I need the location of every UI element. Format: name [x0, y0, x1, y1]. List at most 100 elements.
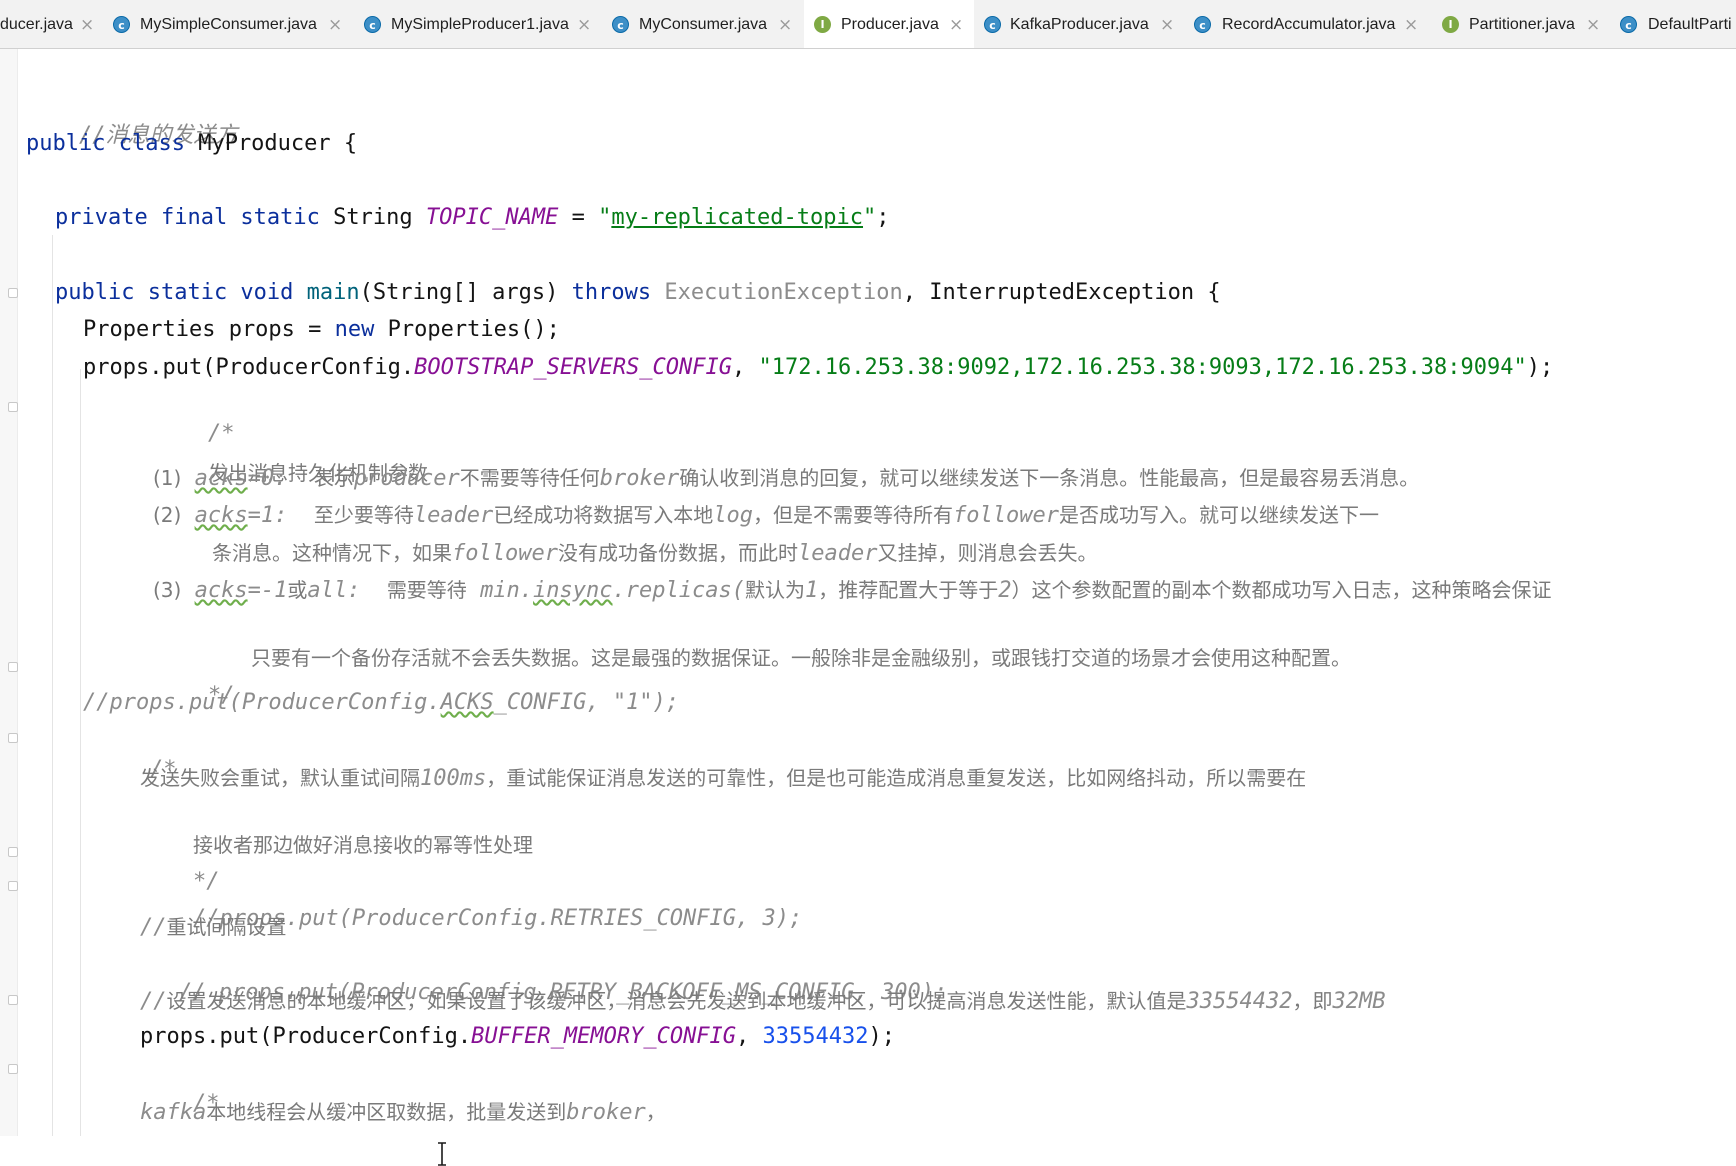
comment: 已经成功将数据写入本地: [493, 503, 714, 527]
close-icon[interactable]: ×: [328, 14, 342, 36]
close-icon[interactable]: ×: [949, 14, 963, 36]
comment: 表示: [313, 466, 354, 490]
code-line: kafka本地线程会从缓冲区取数据，批量发送到broker，: [140, 1097, 666, 1128]
comment: 100ms: [420, 766, 487, 791]
exception-name: ExecutionException: [664, 280, 903, 305]
tab-label: Producer.java: [841, 16, 939, 33]
class-icon: c: [1620, 16, 1637, 33]
editor-gutter: [0, 49, 18, 1136]
comment: 是否成功写入。就可以继续发送下一: [1059, 503, 1380, 527]
comment: kafka: [140, 1100, 207, 1125]
number-literal: 33554432: [762, 1024, 869, 1049]
comment: 本地线程会从缓冲区取数据，批量发送到: [206, 1100, 567, 1124]
comment: //props.put(ProducerConfig.: [83, 690, 441, 715]
comment: (2): [153, 503, 182, 527]
close-icon[interactable]: ×: [80, 14, 94, 36]
comment: 2: [998, 578, 1012, 603]
comment: =0:: [247, 466, 288, 491]
comment: leader: [797, 541, 878, 566]
comment: =-1: [247, 578, 288, 603]
code-line: (1) acks=0: 表示producer不需要等待任何broker确认收到消…: [153, 463, 1419, 494]
string-quote: ": [863, 205, 877, 230]
comment: ，推荐配置大于等于: [818, 578, 999, 602]
tab-recordaccumulator[interactable]: c RecordAccumulator.java ×: [1194, 0, 1426, 48]
comma: ,: [736, 1024, 750, 1049]
comma: ,: [902, 280, 916, 305]
code-text: Properties props =: [83, 317, 322, 342]
tab-kafkaproducer[interactable]: c KafkaProducer.java ×: [984, 0, 1184, 48]
code-editor[interactable]: //消息的发送方 public class MyProducer { priva…: [0, 49, 1736, 1166]
comment: leader: [413, 503, 494, 528]
code-line: (3) acks=-1或all: 需要等待 min.insync.replica…: [153, 575, 1551, 606]
code-line: props.put(ProducerConfig.BOOTSTRAP_SERVE…: [83, 353, 1553, 383]
tab-partitioner[interactable]: I Partitioner.java ×: [1442, 0, 1602, 48]
comment: broker: [599, 466, 680, 491]
close-icon[interactable]: ×: [577, 14, 591, 36]
tab-defaultpartitioner[interactable]: c DefaultParti: [1620, 0, 1736, 48]
text-cursor-icon: [438, 1142, 446, 1166]
tab-label: Partitioner.java: [1469, 16, 1575, 33]
tab-producer-partial[interactable]: ducer.java ×: [0, 0, 105, 48]
tab-label: MySimpleProducer1.java: [391, 16, 569, 33]
exception-name: InterruptedException {: [929, 280, 1221, 305]
keyword: public class: [26, 131, 185, 156]
comment: (1): [153, 466, 182, 490]
close-icon[interactable]: ×: [1586, 14, 1600, 36]
tab-mysimpleconsumer[interactable]: c MySimpleConsumer.java ×: [113, 0, 353, 48]
fold-marker[interactable]: [8, 288, 18, 298]
class-icon: c: [113, 16, 130, 33]
tab-producer[interactable]: I Producer.java ×: [804, 0, 974, 48]
code-line: //设置发送消息的本地缓冲区，如果设置了该缓冲区，消息会先发送到本地缓冲区，可以…: [140, 986, 1385, 1017]
indent-guide: [52, 235, 53, 1136]
comment: //: [140, 989, 167, 1014]
fold-marker[interactable]: [8, 881, 18, 891]
comment: producer: [353, 466, 460, 491]
code-text: );: [1526, 355, 1554, 380]
tab-mysimpleproducer1[interactable]: c MySimpleProducer1.java ×: [364, 0, 604, 48]
close-icon[interactable]: ×: [1160, 14, 1174, 36]
fold-marker[interactable]: [8, 402, 18, 412]
comment: ，重试能保证消息发送的可靠性，但是也可能造成消息重复发送，比如网络抖动，所以需要…: [486, 766, 1307, 790]
constant-name: BUFFER_MEMORY_CONFIG: [471, 1024, 737, 1049]
string-literal: "172.16.253.38:9092,172.16.253.38:9093,1…: [758, 355, 1527, 380]
semicolon: ;: [876, 205, 890, 230]
keyword: public static void: [55, 280, 294, 305]
fold-marker[interactable]: [8, 1064, 18, 1074]
fold-marker[interactable]: [8, 995, 18, 1005]
class-icon: c: [612, 16, 629, 33]
class-icon: c: [364, 16, 381, 33]
tab-label: DefaultParti: [1648, 16, 1732, 33]
tab-myconsumer[interactable]: c MyConsumer.java ×: [612, 0, 802, 48]
comment: 1: [804, 578, 819, 603]
keyword: private final static: [55, 205, 320, 230]
comment: 需要等待: [386, 578, 467, 602]
comment: 重试间隔设置: [166, 915, 287, 939]
code-line: 条消息。这种情况下，如果follower没有成功备份数据，而此时leader又挂…: [212, 538, 1097, 569]
code-line: public class MyProducer {: [26, 129, 357, 159]
comment: follower: [452, 541, 558, 566]
comment: 没有成功备份数据，而此时: [557, 541, 798, 565]
code-text: Properties();: [387, 317, 560, 342]
code-line: (2) acks=1: 至少要等待leader已经成功将数据写入本地log，但是…: [153, 500, 1379, 531]
comment: ，但是不需要等待所有: [753, 503, 954, 527]
comment: follower: [953, 503, 1060, 528]
string-quote: ": [598, 205, 612, 230]
fold-marker[interactable]: [8, 662, 18, 672]
close-icon[interactable]: ×: [1404, 14, 1418, 36]
code-line: props.put(ProducerConfig.BUFFER_MEMORY_C…: [140, 1022, 895, 1052]
comment: 不需要等待任何: [459, 466, 600, 490]
comment: insync: [533, 578, 613, 603]
class-icon: c: [1194, 16, 1211, 33]
close-icon[interactable]: ×: [778, 14, 792, 36]
comment: log: [713, 503, 754, 528]
tab-label: RecordAccumulator.java: [1222, 16, 1396, 33]
fold-marker[interactable]: [8, 733, 18, 743]
operator: =: [571, 205, 585, 230]
comment: acks: [194, 503, 248, 528]
comment: (3): [153, 578, 182, 602]
comment: 默认为: [744, 578, 805, 602]
comment: .replicas(: [612, 578, 745, 603]
comment: broker: [566, 1100, 646, 1125]
fold-marker[interactable]: [8, 847, 18, 857]
string-literal: my-replicated-topic: [611, 205, 864, 230]
